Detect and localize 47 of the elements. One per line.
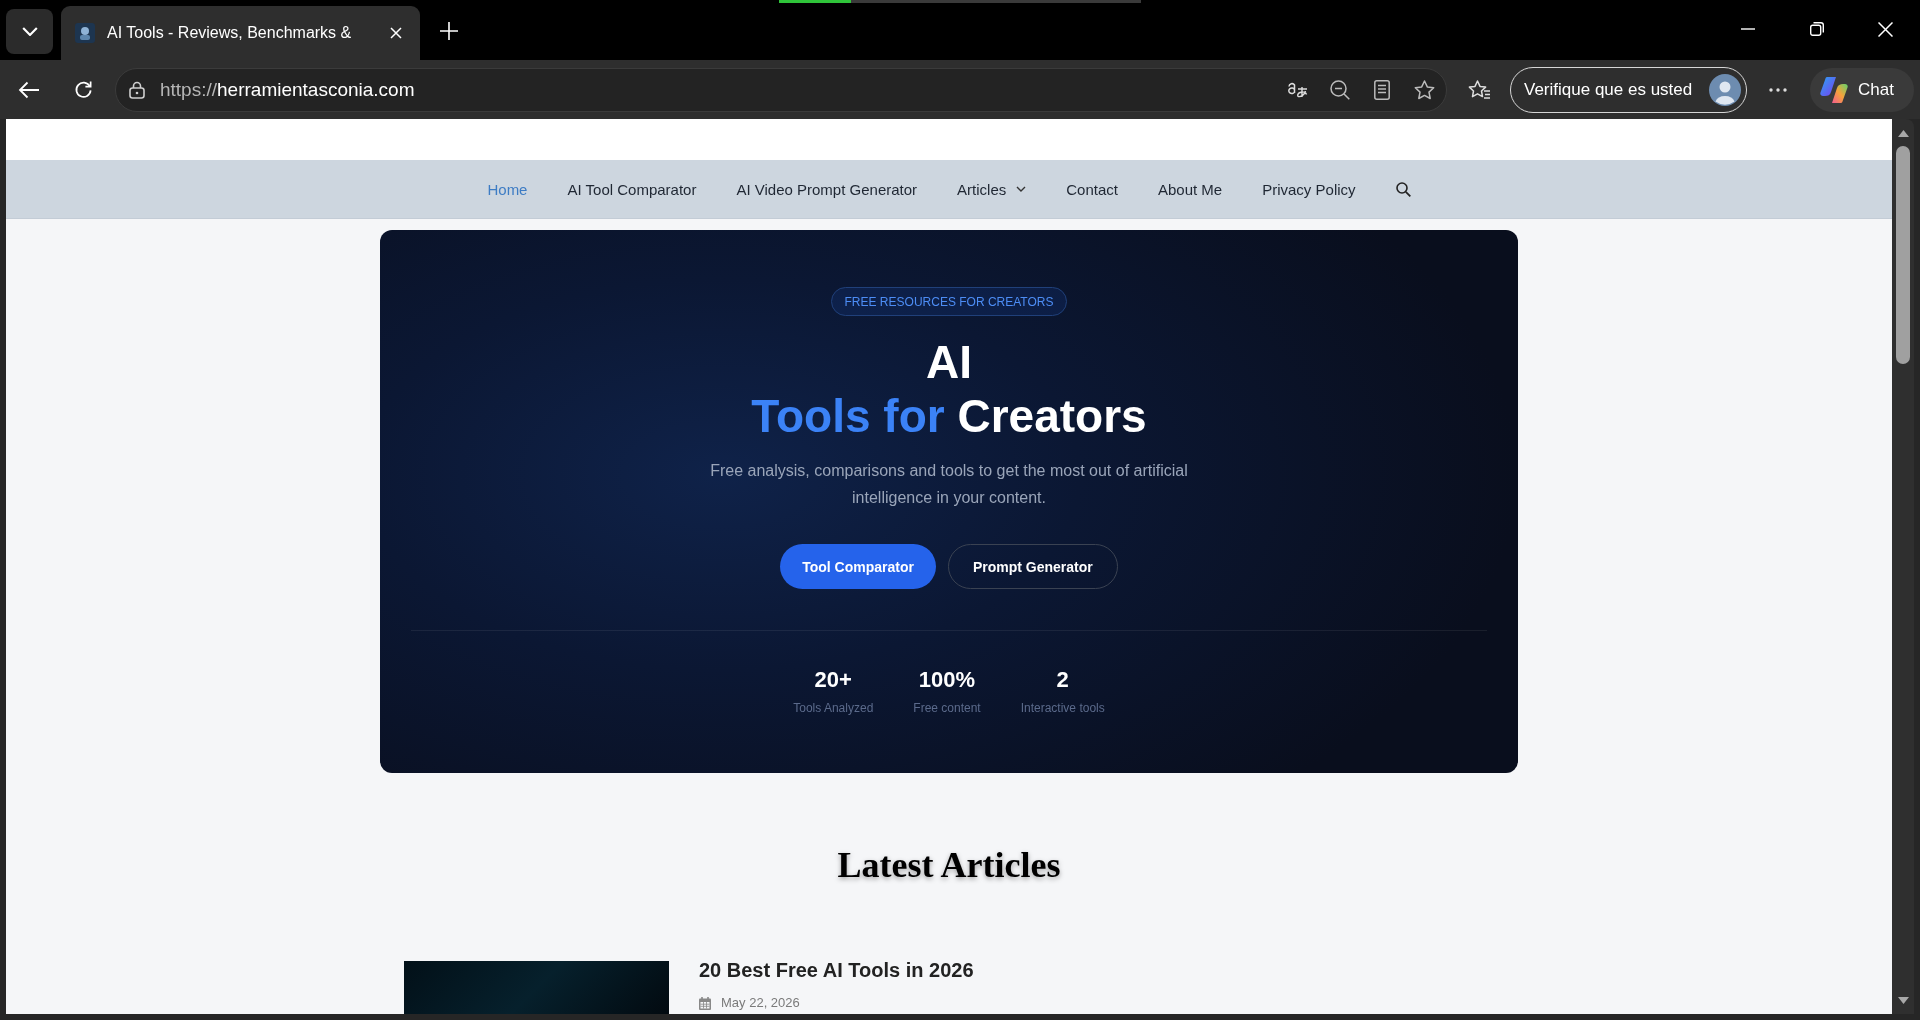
nav-link[interactable]: AI Video Prompt Generator: [736, 180, 918, 198]
tab-list-button[interactable]: [6, 9, 53, 54]
nav-link[interactable]: AI Tool Comparator: [567, 180, 697, 198]
close-icon: [390, 27, 402, 39]
document-icon: [1374, 79, 1390, 100]
chevron-down-icon: [21, 27, 38, 36]
copilot-icon: [1820, 76, 1848, 103]
minimize-icon: [1740, 28, 1755, 30]
address-bar[interactable]: https://herramientasconia.com: [115, 67, 1447, 112]
hero-subtitle: Free analysis, comparisons and tools to get the most out of artificial intelligence in your content.: [709, 461, 1189, 508]
calendar-icon: [699, 996, 711, 1010]
article-date: May 22, 2026: [721, 995, 800, 1011]
stat-value: 100%: [918, 666, 976, 694]
nav-link[interactable]: Privacy Policy: [1262, 180, 1356, 198]
scroll-up-arrow-icon[interactable]: [1897, 130, 1909, 137]
chat-button[interactable]: Chat: [1810, 67, 1914, 112]
scrollbar[interactable]: [1892, 119, 1914, 1014]
nav-link[interactable]: About Me: [1157, 180, 1223, 198]
nav-link[interactable]: Articles: [957, 180, 1027, 198]
site-icon: [75, 23, 95, 43]
search-icon[interactable]: [1395, 181, 1411, 197]
browser-tab[interactable]: AI Tools - Reviews, Benchmarks &: [61, 6, 420, 60]
more-icon: [1769, 87, 1787, 92]
plus-icon: [440, 22, 458, 40]
hero-badge: FREE RESOURCES FOR CREATORS: [830, 287, 1068, 316]
restore-icon: [1809, 22, 1824, 36]
nav-link[interactable]: Contact: [1066, 180, 1118, 198]
star-icon: [1413, 79, 1435, 100]
back-arrow-icon: [18, 80, 40, 99]
stat-label: Tools Analyzed: [793, 700, 874, 716]
close-icon: [1878, 21, 1893, 37]
hero-title: AI Tools for Creators: [751, 335, 1147, 443]
star-list-icon: [1467, 79, 1491, 100]
url-text: https://herramientasconia.com: [160, 78, 415, 101]
hero-button[interactable]: Tool Comparator: [780, 544, 936, 589]
stat-value: 20+: [814, 666, 852, 694]
zoom-out-icon: [1330, 79, 1350, 100]
stat-label: Free content: [913, 700, 981, 716]
avatar-icon: [1709, 73, 1741, 106]
scrollbar-thumb[interactable]: [1896, 146, 1910, 364]
section-heading: Latest Articles: [837, 844, 1061, 886]
refresh-icon: [73, 80, 93, 99]
scroll-down-arrow-icon[interactable]: [1897, 997, 1909, 1004]
stat-label: Interactive tools: [1020, 700, 1105, 716]
lock-icon: [129, 80, 145, 99]
stat-value: 2: [1056, 666, 1069, 694]
article-title[interactable]: 20 Best Free AI Tools in 2026: [699, 957, 974, 983]
